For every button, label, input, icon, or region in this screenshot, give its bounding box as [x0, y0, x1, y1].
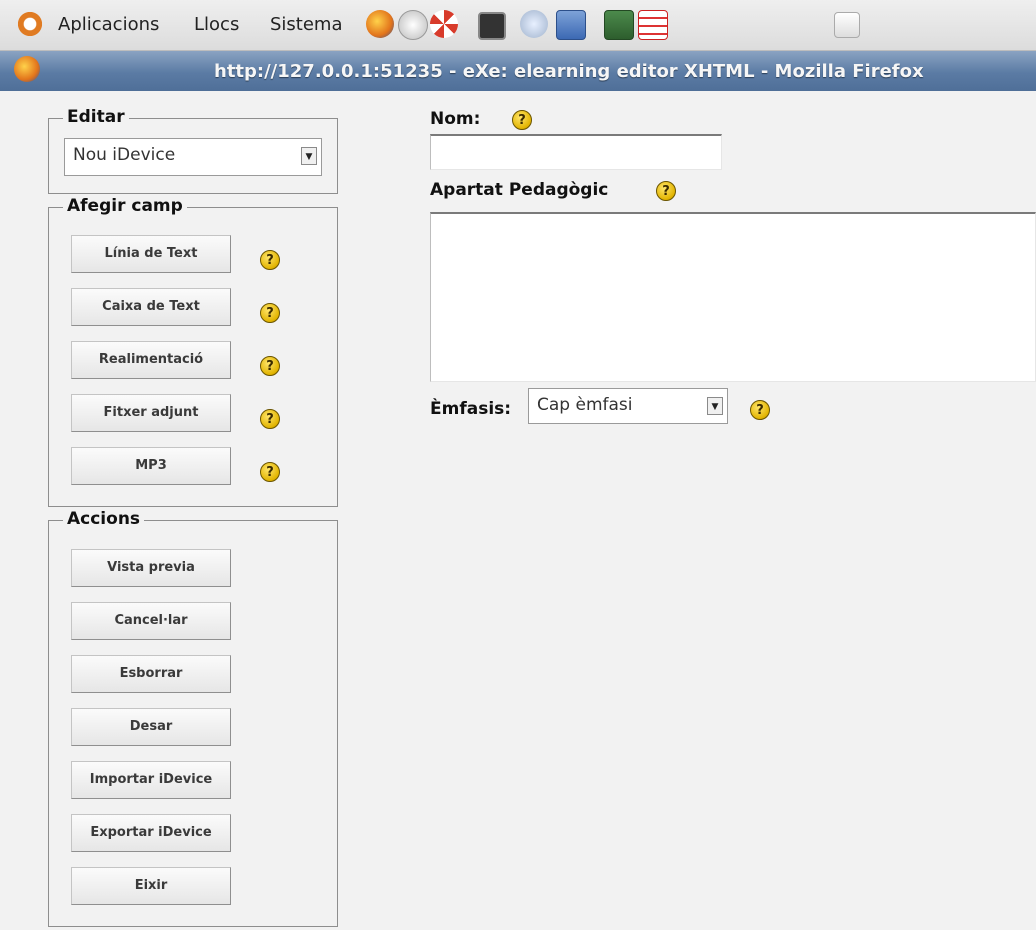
chevron-down-icon[interactable]: ▼ [707, 397, 723, 415]
add-text-line-button[interactable]: Línia de Text [71, 235, 231, 273]
save-button[interactable]: Desar [71, 708, 231, 746]
emfasis-select-value: Cap èmfasi [537, 395, 633, 415]
export-idevice-button[interactable]: Exportar iDevice [71, 814, 231, 852]
emfasis-select[interactable]: Cap èmfasi ▼ [528, 388, 728, 424]
editar-legend: Editar [63, 107, 129, 127]
afegir-camp-legend: Afegir camp [63, 196, 187, 216]
spreadsheet-launcher-icon[interactable] [638, 10, 668, 40]
applet-icon[interactable] [834, 12, 860, 38]
delete-button[interactable]: Esborrar [71, 655, 231, 693]
import-idevice-button[interactable]: Importar iDevice [71, 761, 231, 799]
emfasis-label: Èmfasis: [430, 399, 512, 419]
idevice-select-value: Nou iDevice [73, 145, 176, 165]
apartat-pedagogic-label: Apartat Pedagògic [430, 180, 609, 200]
help-icon[interactable]: ? [260, 409, 280, 429]
terminal-launcher-icon[interactable] [478, 12, 506, 40]
menu-applications[interactable]: Aplicacions [58, 14, 159, 35]
help-icon[interactable]: ? [260, 356, 280, 376]
top-panel: Aplicacions Llocs Sistema [0, 0, 1036, 51]
help-icon[interactable]: ? [656, 181, 676, 201]
help-icon[interactable]: ? [750, 400, 770, 420]
firefox-launcher-icon[interactable] [366, 10, 394, 38]
help-icon[interactable]: ? [260, 250, 280, 270]
help-icon[interactable]: ? [260, 462, 280, 482]
afegir-camp-fieldset: Afegir camp Línia de Text ? Caixa de Tex… [48, 196, 338, 507]
cancel-button[interactable]: Cancel·lar [71, 602, 231, 640]
nom-label: Nom: [430, 109, 481, 129]
network-launcher-icon[interactable] [520, 10, 548, 38]
chevron-down-icon[interactable]: ▼ [301, 147, 317, 165]
help-launcher-icon[interactable] [430, 10, 458, 38]
help-icon[interactable]: ? [260, 303, 280, 323]
ubuntu-logo-icon[interactable] [16, 10, 44, 38]
screen-launcher-icon[interactable] [556, 10, 586, 40]
window-title: http://127.0.0.1:51235 - eXe: elearning … [214, 61, 924, 82]
firefox-window-icon[interactable] [14, 56, 40, 82]
preview-button[interactable]: Vista previa [71, 549, 231, 587]
menu-system[interactable]: Sistema [270, 14, 343, 35]
idevice-select[interactable]: Nou iDevice ▼ [64, 138, 322, 176]
add-text-box-button[interactable]: Caixa de Text [71, 288, 231, 326]
accions-legend: Accions [63, 509, 145, 529]
nom-input[interactable] [430, 134, 722, 170]
evolution-launcher-icon[interactable] [398, 10, 428, 40]
editor-content: Editar Nou iDevice ▼ Afegir camp Línia d… [10, 91, 1036, 930]
calculator-launcher-icon[interactable] [604, 10, 634, 40]
accions-fieldset: Accions Vista previa Cancel·lar Esborrar… [48, 509, 338, 927]
window-titlebar: http://127.0.0.1:51235 - eXe: elearning … [0, 51, 1036, 91]
quit-button[interactable]: Eixir [71, 867, 231, 905]
add-mp3-button[interactable]: MP3 [71, 447, 231, 485]
apartat-pedagogic-textarea[interactable] [430, 212, 1036, 382]
editar-fieldset: Editar Nou iDevice ▼ [48, 107, 338, 194]
help-icon[interactable]: ? [512, 110, 532, 130]
add-attachment-button[interactable]: Fitxer adjunt [71, 394, 231, 432]
add-feedback-button[interactable]: Realimentació [71, 341, 231, 379]
menu-places[interactable]: Llocs [194, 14, 239, 35]
